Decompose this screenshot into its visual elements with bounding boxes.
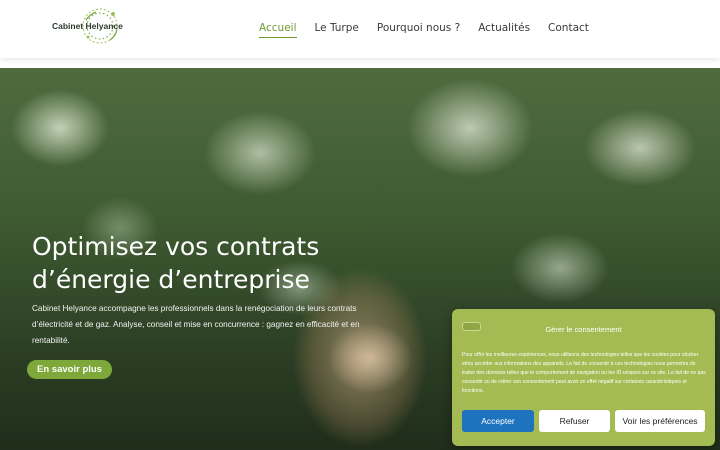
cookie-consent-dialog: Gérer le consentement Pour offrir les me… bbox=[452, 309, 715, 446]
logo-text: Cabinet Helyance bbox=[52, 21, 123, 31]
nav-item-pourquoi-nous[interactable]: Pourquoi nous ? bbox=[377, 22, 460, 38]
learn-more-button[interactable]: En savoir plus bbox=[27, 360, 112, 379]
hero-title: Optimisez vos contrats d’énergie d’entre… bbox=[32, 230, 412, 296]
refuse-button[interactable]: Refuser bbox=[539, 410, 610, 432]
consent-title: Gérer le consentement bbox=[545, 325, 622, 334]
nav-item-accueil[interactable]: Accueil bbox=[259, 22, 297, 38]
nav-item-actualites[interactable]: Actualités bbox=[478, 22, 530, 38]
hero-title-line1: Optimisez vos contrats bbox=[32, 232, 320, 261]
nav-item-le-turpe[interactable]: Le Turpe bbox=[315, 22, 359, 38]
main-nav: Accueil Le Turpe Pourquoi nous ? Actuali… bbox=[259, 22, 607, 38]
hero-title-line2: d’énergie d’entreprise bbox=[32, 265, 310, 294]
consent-text: Pour offrir les meilleures expériences, … bbox=[462, 352, 706, 394]
view-preferences-button[interactable]: Voir les préférences bbox=[615, 410, 705, 432]
site-header: Cabinet Helyance Accueil Le Turpe Pourqu… bbox=[0, 0, 720, 58]
hero-description: Cabinet Helyance accompagne les professi… bbox=[32, 304, 360, 345]
site-logo[interactable]: Cabinet Helyance bbox=[50, 4, 123, 48]
nav-item-contact[interactable]: Contact bbox=[548, 22, 589, 38]
accept-button[interactable]: Accepter bbox=[462, 410, 534, 432]
